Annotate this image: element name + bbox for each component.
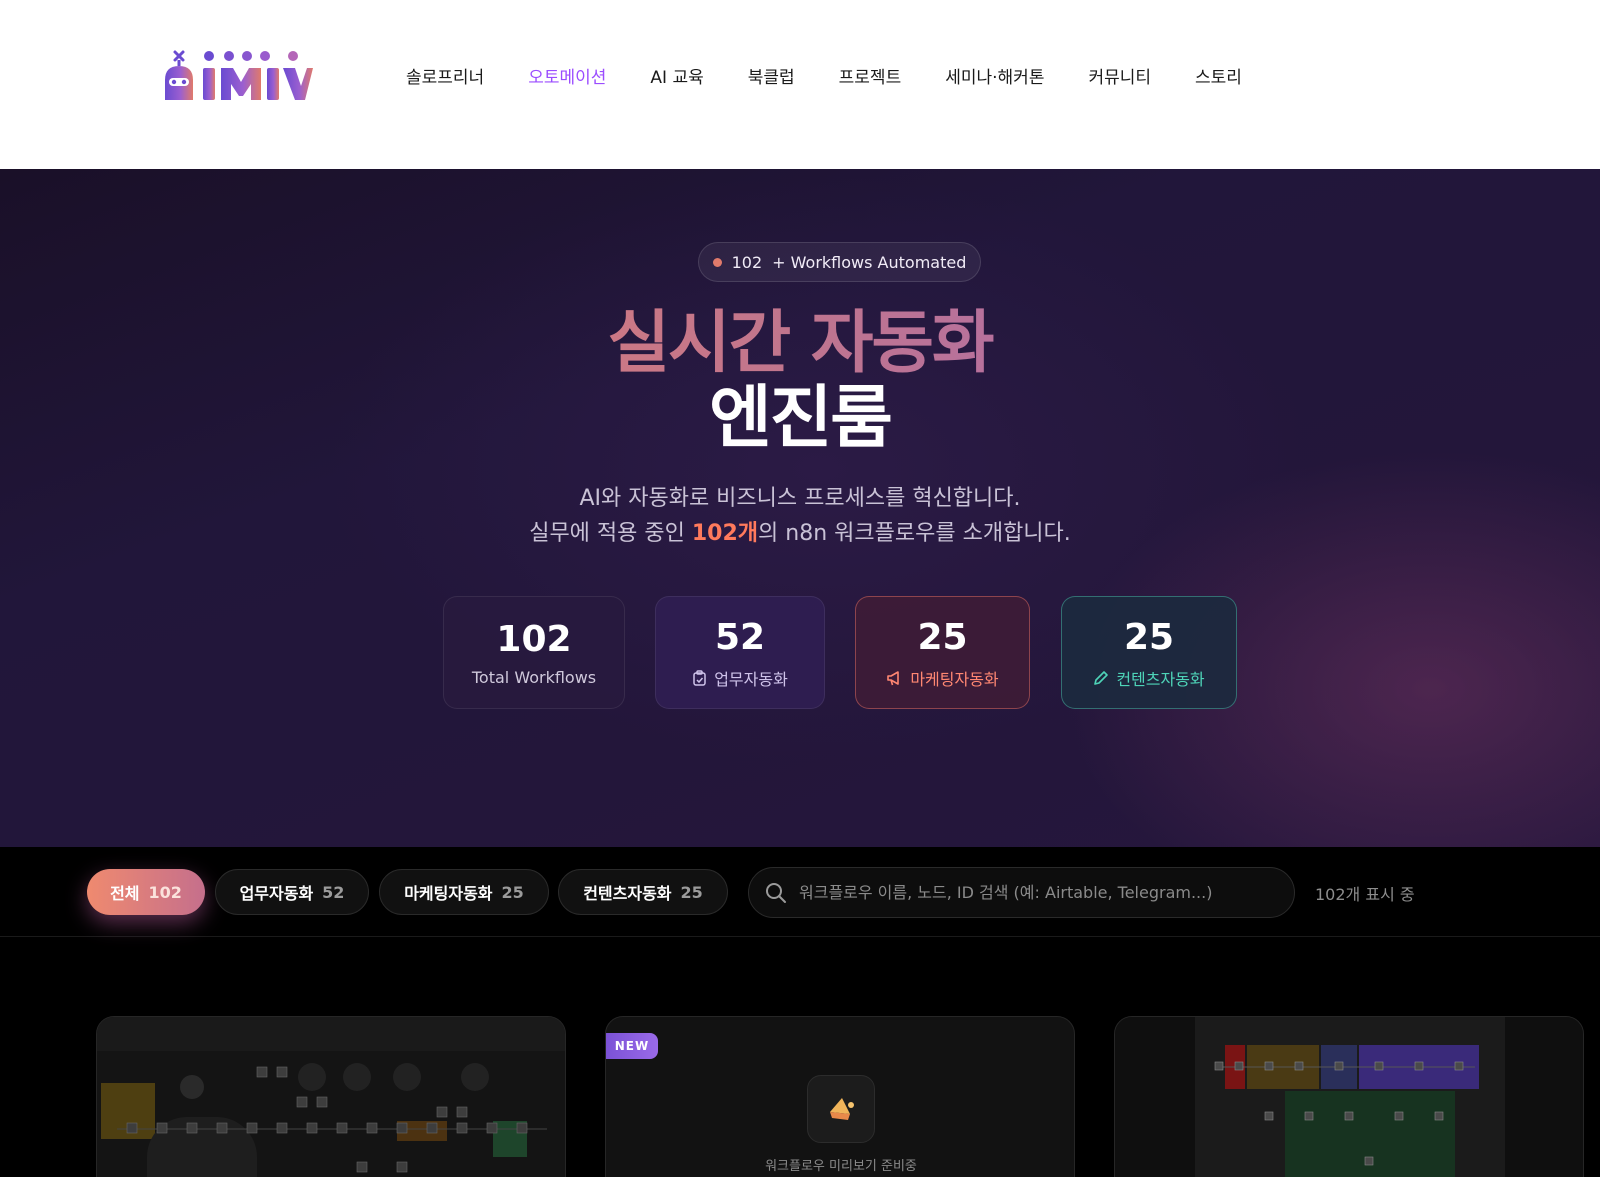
workflow-card[interactable] [1114,1016,1584,1177]
megaphone-icon [887,670,900,685]
preview-placeholder-text: 워크플로우 미리보기 준비중 [765,1159,917,1174]
new-badge: NEW [606,1033,658,1059]
hero-subtitle-line2: 실무에 적용 중인 102개의 n8n 워크플로우를 소개합니다. [0,515,1600,547]
pill-count: 25 [680,882,703,902]
stat-card-content[interactable]: 25 컨텐츠자동화 [1061,596,1237,709]
search-box [748,867,1295,918]
result-count: 102개 표시 중 [1315,885,1415,904]
hero-title-line2: 엔진룸 [709,379,893,458]
badge-count: 102 [731,252,763,272]
stat-label: 컨텐츠자동화 [1093,666,1205,690]
workflow-preview-image [1115,1017,1583,1177]
filter-pill-marketing[interactable]: 마케팅자동화 25 [379,869,549,915]
pill-label: 마케팅자동화 [404,884,493,903]
stat-card-marketing[interactable]: 25 마케팅자동화 [855,596,1030,709]
nav-item-7[interactable]: 스토리 [1195,63,1242,88]
stat-card-total[interactable]: 102 Total Workflows [443,596,625,709]
stat-label: Total Workflows [472,668,596,687]
stat-value: 25 [1123,616,1175,658]
stat-label-text: 마케팅자동화 [910,669,999,689]
stats-row: 102 Total Workflows 52 업무자동화 25 마케팅자동화 2… [0,596,1600,709]
workflow-card[interactable] [96,1016,566,1177]
nav-item-5[interactable]: 세미나·해커톤 [945,63,1044,88]
filter-bar: 전체 102 업무자동화 52 마케팅자동화 25 컨텐츠자동화 25 102개 표시 … [0,847,1600,937]
status-dot-icon [712,257,722,267]
pill-count: 25 [501,882,524,902]
pill-label: 업무자동화 [239,884,314,903]
subtitle-highlight: 102개 [691,521,759,546]
search-input[interactable] [799,883,1269,902]
workflow-card[interactable]: NEW 워크플로우 미리보기 준비중 [605,1016,1075,1177]
stat-label-text: 업무자동화 [714,669,788,689]
site-header: 솔로프리너 오토메이션 AI 교육 북클럽 프로젝트 세미나·해커톤 커뮤니티 스토리 [0,0,1600,169]
subtitle-pre: 실무에 적용 중인 [529,521,692,546]
pill-count: 52 [322,882,345,902]
stat-card-work[interactable]: 52 업무자동화 [655,596,825,709]
workflow-count-badge: 102 + Workflows Automated [698,242,981,282]
filter-pill-content[interactable]: 컨텐츠자동화 25 [558,869,728,915]
stat-value: 25 [917,616,968,658]
hero-title-line1: 실시간 자동화 [0,304,1600,384]
nav-item-1[interactable]: 오토메이션 [528,63,606,88]
nav-item-3[interactable]: 북클럽 [748,63,795,88]
clipboard-icon [693,669,706,686]
stat-value: 52 [714,616,766,658]
pill-label: 컨텐츠자동화 [583,884,672,903]
stat-value: 102 [496,619,572,660]
main-nav: 솔로프리너 오토메이션 AI 교육 북클럽 프로젝트 세미나·해커톤 커뮤니티 스토리 [406,60,1286,90]
nav-item-0[interactable]: 솔로프리너 [406,63,484,88]
stat-label: 업무자동화 [692,666,788,690]
workflow-preview-image [97,1017,565,1177]
preview-placeholder [807,1075,875,1143]
nav-item-2[interactable]: AI 교육 [650,63,703,88]
nav-item-4[interactable]: 프로젝트 [839,63,902,88]
pencil-icon [1094,670,1109,685]
hero-section: 102 + Workflows Automated 실시간 자동화 엔진룸 AI… [0,169,1600,847]
pill-count: 102 [148,882,182,902]
stat-label-text: Total Workflows [471,668,597,687]
pill-label: 전체 [110,884,140,903]
badge-text: + Workflows Automated [772,252,967,272]
hero-subtitle-line1: AI와 자동화로 비즈니스 프로세스를 혁신합니다. [579,486,1021,511]
nav-item-6[interactable]: 커뮤니티 [1088,63,1151,88]
megaphone-icon [830,1098,854,1120]
stat-label: 마케팅자동화 [886,666,999,690]
filter-pill-work[interactable]: 업무자동화 52 [215,869,369,915]
stat-label-text: 컨텐츠자동화 [1116,669,1205,689]
filter-pill-all[interactable]: 전체 102 [87,869,205,915]
site-logo[interactable] [163,48,313,104]
search-icon [766,882,786,903]
subtitle-post: 의 n8n 워크플로우를 소개합니다. [758,521,1071,546]
